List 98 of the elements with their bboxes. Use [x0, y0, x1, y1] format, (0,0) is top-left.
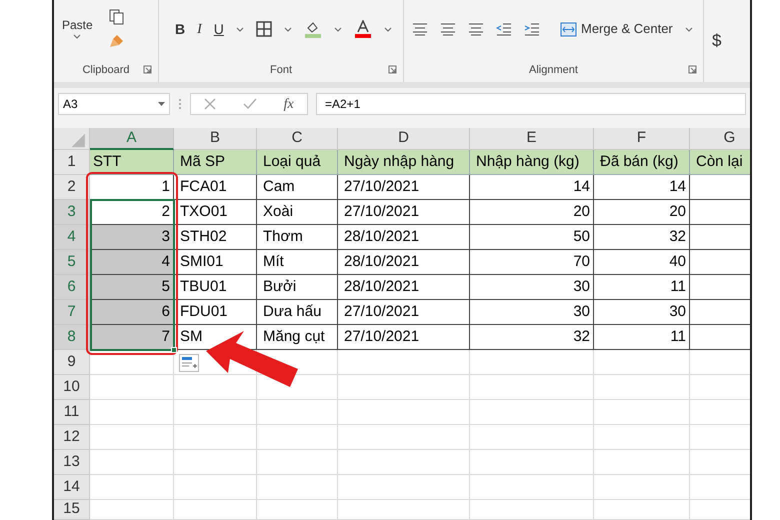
merge-cells-icon[interactable]: [560, 22, 577, 36]
paste-button[interactable]: Paste: [62, 12, 93, 38]
table-cell: 27/10/2021: [338, 200, 470, 225]
font-color-icon[interactable]: [354, 20, 372, 38]
caret-icon[interactable]: [384, 26, 392, 32]
formula-field[interactable]: =A2+1: [316, 93, 746, 115]
table-cell: 11: [594, 325, 690, 350]
table-cell: STH02: [174, 225, 257, 250]
table-cell: 14: [594, 175, 690, 200]
table-cell: Còn lại: [690, 150, 750, 175]
copy-icon[interactable]: [108, 9, 125, 25]
table-cell: 30: [470, 275, 594, 300]
table-cell: Loại quả: [257, 150, 338, 175]
table-cell: 20: [470, 200, 594, 225]
row-header[interactable]: 7: [54, 300, 90, 325]
table-cell: TXO01: [174, 200, 257, 225]
table-cell: 5: [90, 275, 174, 300]
dialog-launcher-icon[interactable]: [688, 65, 697, 74]
merge-center-button[interactable]: Merge & Center: [560, 19, 673, 39]
table-cell: Đã bán (kg): [594, 150, 690, 175]
table-cell: Ngày nhập hàng: [338, 150, 470, 175]
table-cell: 40: [594, 250, 690, 275]
align-left-icon[interactable]: [412, 22, 428, 36]
bold-button[interactable]: B: [175, 18, 186, 40]
table-cell: 7: [90, 325, 174, 350]
increase-indent-icon[interactable]: [524, 22, 540, 36]
currency-button[interactable]: $: [712, 28, 722, 54]
row-header[interactable]: 1: [54, 150, 90, 175]
table-cell: Nhập hàng (kg): [470, 150, 594, 175]
row-header[interactable]: 8: [54, 325, 90, 350]
enter-check-icon[interactable]: [242, 98, 257, 110]
decrease-indent-icon[interactable]: [496, 22, 512, 36]
table-cell: 14: [470, 175, 594, 200]
group-label: Alignment: [529, 62, 578, 78]
table-cell: STT: [90, 150, 174, 175]
row-header[interactable]: 14: [54, 475, 90, 500]
table-cell: 30: [594, 300, 690, 325]
table-cell: SMI01: [174, 250, 257, 275]
table-cell: TBU01: [174, 275, 257, 300]
table-cell: 32: [470, 325, 594, 350]
row-header[interactable]: 2: [54, 175, 90, 200]
group-label: Clipboard: [82, 62, 130, 78]
row-header[interactable]: 4: [54, 225, 90, 250]
table-cell: 27/10/2021: [338, 325, 470, 350]
table-cell: Bưởi: [257, 275, 338, 300]
italic-button[interactable]: I: [197, 18, 202, 40]
caret-icon[interactable]: [684, 26, 693, 32]
row-header[interactable]: 13: [54, 450, 90, 475]
table-cell: 28/10/2021: [338, 250, 470, 275]
table-cell: Dưa hấu: [257, 300, 338, 325]
caret-icon[interactable]: [73, 34, 82, 38]
quick-analysis-icon[interactable]: [179, 354, 199, 372]
table-cell: Xoài: [257, 200, 338, 225]
table-cell: 50: [470, 225, 594, 250]
dialog-launcher-icon[interactable]: [143, 65, 152, 74]
name-box[interactable]: A3: [58, 93, 170, 115]
row-header[interactable]: 10: [54, 375, 90, 400]
caret-icon[interactable]: [284, 26, 292, 32]
table-cell: 11: [594, 275, 690, 300]
table-cell: 32: [594, 225, 690, 250]
align-center-icon[interactable]: [440, 22, 456, 36]
table-cell: Mít: [257, 250, 338, 275]
table-cell: 30: [470, 300, 594, 325]
dropdown-arrow-icon[interactable]: [158, 102, 165, 106]
dialog-launcher-icon[interactable]: [388, 65, 397, 74]
table-cell: 4: [90, 250, 174, 275]
table-cell: 27/10/2021: [338, 300, 470, 325]
row-header[interactable]: 5: [54, 250, 90, 275]
table-cell: Mã SP: [174, 150, 257, 175]
row-header[interactable]: 12: [54, 425, 90, 450]
row-header[interactable]: 15: [54, 500, 90, 520]
caret-icon[interactable]: [334, 26, 342, 32]
table-cell: Măng cụt: [257, 325, 338, 350]
fill-color-icon[interactable]: [304, 20, 322, 38]
table-cell: 28/10/2021: [338, 275, 470, 300]
row-header[interactable]: 9: [54, 350, 90, 375]
table-cell: Thơm: [257, 225, 338, 250]
table-cell: 6: [90, 300, 174, 325]
fill-handle[interactable]: [171, 347, 177, 353]
caret-icon[interactable]: [236, 26, 244, 32]
row-header[interactable]: 6: [54, 275, 90, 300]
row-header[interactable]: 11: [54, 400, 90, 425]
table-cell: 20: [594, 200, 690, 225]
table-cell: FCA01: [174, 175, 257, 200]
row-header[interactable]: 3: [54, 200, 90, 225]
table-cell: FDU01: [174, 300, 257, 325]
borders-icon[interactable]: [256, 21, 272, 37]
table-cell: Cam: [257, 175, 338, 200]
underline-button[interactable]: U: [214, 18, 224, 40]
align-right-icon[interactable]: [468, 22, 484, 36]
group-label: Font: [270, 62, 292, 78]
insert-function-button[interactable]: fx: [284, 94, 294, 114]
table-cell: 28/10/2021: [338, 225, 470, 250]
table-cell: 3: [90, 225, 174, 250]
more-options-icon[interactable]: [178, 98, 182, 110]
column-header[interactable]: A: [90, 128, 174, 150]
table-cell: 70: [470, 250, 594, 275]
table-cell: 27/10/2021: [338, 175, 470, 200]
